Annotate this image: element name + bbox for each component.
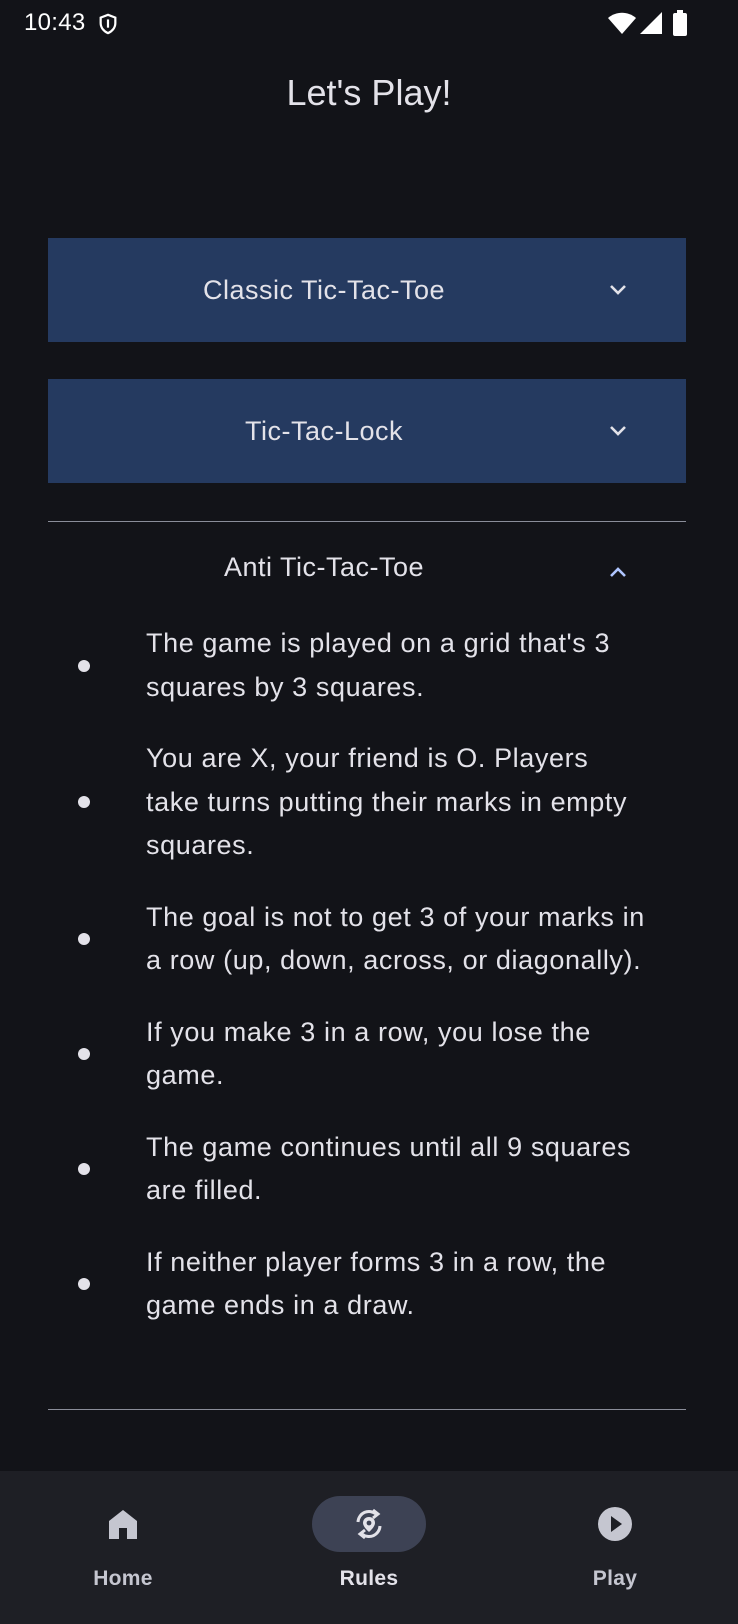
battery-icon (673, 10, 687, 36)
panel-tic-tac-lock[interactable]: Tic-Tac-Lock (48, 379, 686, 483)
rule-text: The game continues until all 9 squares a… (146, 1131, 632, 1206)
bullet-icon (78, 659, 90, 672)
chevron-up-icon[interactable] (606, 560, 630, 584)
panel-header-anti-tic-tac-toe[interactable]: Anti Tic-Tac-Toe (48, 522, 686, 622)
bullet-icon (78, 1048, 90, 1060)
rule-text: If you make 3 in a row, you lose the gam… (146, 1016, 591, 1091)
panel-anti-tic-tac-toe: Anti Tic-Tac-Toe The game is played on a… (48, 521, 686, 1410)
rule-text: The goal is not to get 3 of your marks i… (146, 901, 645, 976)
home-icon (109, 1510, 137, 1539)
status-bar: 10:43 (0, 0, 738, 48)
nav-label: Home (93, 1567, 153, 1590)
rule-item: If you make 3 in a row, you lose the gam… (48, 1011, 686, 1098)
nav-item-play[interactable]: Play (492, 1471, 738, 1624)
bullet-icon (78, 933, 90, 945)
rule-text: If neither player forms 3 in a row, the … (146, 1246, 607, 1321)
chevron-down-icon[interactable] (606, 278, 630, 302)
wifi-icon (608, 12, 636, 34)
nav-label: Play (592, 1567, 638, 1590)
status-time: 10:43 (24, 9, 86, 36)
bottom-navigation: Home Rules Play (0, 1471, 738, 1624)
rule-item: The goal is not to get 3 of your marks i… (48, 896, 686, 983)
rule-item: You are X, your friend is O. Players tak… (48, 737, 686, 868)
bullet-icon (78, 1278, 90, 1290)
panel-label: Tic-Tac-Lock (244, 416, 404, 446)
panel-label: Classic Tic-Tac-Toe (202, 275, 446, 305)
panel-label: Anti Tic-Tac-Toe (223, 552, 425, 582)
bullet-icon (78, 1163, 90, 1175)
play-icon (598, 1507, 632, 1541)
rule-item: The game continues until all 9 squares a… (48, 1126, 686, 1213)
rule-item: If neither player forms 3 in a row, the … (48, 1241, 686, 1328)
panel-classic-tic-tac-toe[interactable]: Classic Tic-Tac-Toe (48, 238, 686, 342)
app-screen: 10:43 Let's Play! Classic Tic-Tac-Toe Ti… (0, 0, 738, 1624)
bullet-icon (78, 796, 90, 809)
rule-item: The game is played on a grid that's 3 sq… (48, 622, 686, 709)
chevron-down-icon[interactable] (606, 419, 630, 443)
page-title: Let's Play! (286, 72, 452, 113)
signal-icon (640, 12, 662, 34)
rules-list: The game is played on a grid that's 3 sq… (48, 622, 686, 1356)
rule-text: The game is played on a grid that's 3 sq… (146, 628, 611, 702)
nav-label: Rules (339, 1567, 399, 1590)
rule-text: You are X, your friend is O. Players tak… (146, 743, 628, 860)
shield-icon (99, 13, 117, 35)
nav-item-rules[interactable]: Rules (246, 1471, 492, 1624)
nav-item-home[interactable]: Home (0, 1471, 246, 1624)
rules-icon (356, 1508, 382, 1540)
